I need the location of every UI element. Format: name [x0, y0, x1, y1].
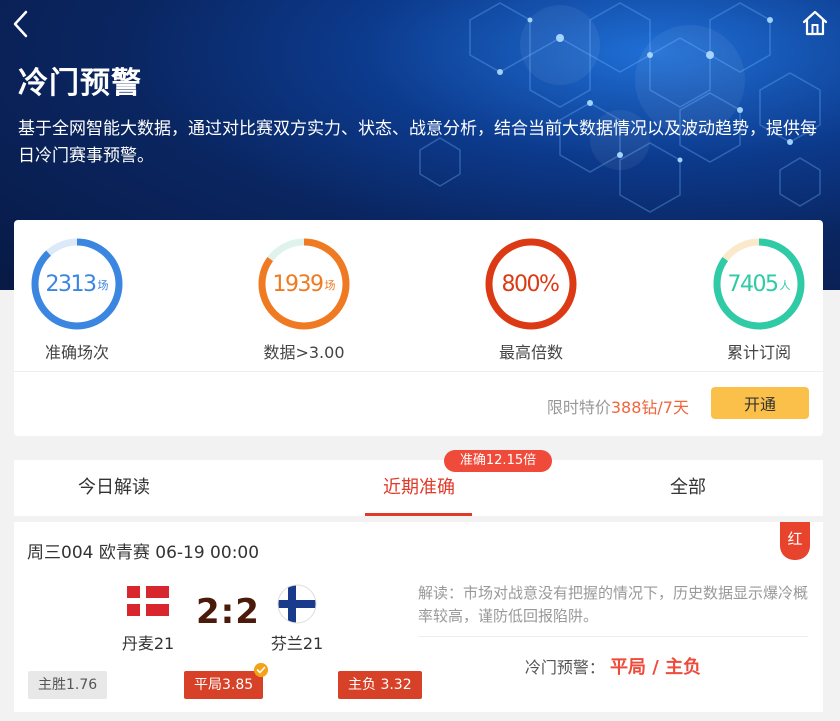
check-badge-icon	[254, 663, 268, 677]
warning-pick: 平局 / 主负	[610, 657, 702, 678]
cold-warning: 冷门预警： 平局 / 主负	[418, 653, 808, 679]
promo-price: 388钻/7天	[610, 398, 689, 417]
denmark-flag-icon	[127, 586, 169, 616]
stat-unit: 场	[97, 279, 109, 292]
stat-unit: 人	[779, 279, 791, 292]
card-divider	[14, 371, 823, 372]
progress-ring: 800%	[481, 234, 581, 334]
active-tab-indicator	[365, 513, 472, 516]
warning-label: 冷门预警：	[524, 658, 605, 677]
back-chevron-icon[interactable]	[8, 8, 36, 40]
stat-unit: 场	[324, 279, 336, 292]
promo-prefix: 限时特价	[546, 398, 611, 417]
match-header: 周三004 欧青赛 06-19 00:00	[27, 543, 260, 563]
odds-away-win[interactable]: 主负 3.32	[338, 671, 422, 699]
page-title: 冷门预警	[18, 66, 142, 101]
stat-value: 2313	[45, 271, 98, 297]
away-team-name: 芬兰21	[270, 634, 324, 653]
accuracy-badge: 准确12.15倍	[444, 450, 552, 472]
subscribe-button[interactable]: 开通	[711, 387, 809, 419]
finland-flag-icon	[277, 584, 317, 624]
stat-accurate-count: 2313 场 准确场次	[2, 234, 152, 363]
tab-bar: 今日解读 近期准确 全部	[14, 460, 823, 516]
progress-ring: 2313 场	[27, 234, 127, 334]
page-description: 基于全网智能大数据，通过对比赛双方实力、状态、战意分析，结合当前大数据情况以及波…	[18, 119, 817, 166]
result-tag: 红	[780, 522, 810, 560]
stat-label: 最高倍数	[498, 343, 563, 362]
home-team-name: 丹麦21	[121, 634, 175, 653]
match-score: 2:2	[196, 592, 260, 632]
home-icon[interactable]	[800, 8, 830, 38]
stat-label: 数据>3.00	[263, 343, 345, 362]
stats-card: 2313 场 准确场次 1939 场 数据>3.00 800% 最高倍数 740…	[14, 220, 823, 436]
stat-value: 7405	[727, 271, 780, 297]
promo-price-text: 限时特价388钻/7天	[547, 394, 689, 418]
match-card[interactable]: 周三004 欧青赛 06-19 00:00 红 丹麦21 2:2 芬兰21 解读…	[14, 522, 823, 712]
tab-today[interactable]: 今日解读	[14, 460, 214, 516]
match-analysis: 解读：市场对战意没有把握的情况下，历史数据显示爆冷概率较高，谨防低回报陷阱。	[418, 584, 809, 625]
progress-ring: 1939 场	[254, 234, 354, 334]
odds-draw[interactable]: 平局3.85	[184, 671, 264, 699]
stat-value: 800%	[501, 271, 560, 297]
stat-label: 准确场次	[44, 343, 109, 362]
stat-odds-over-3: 1939 场 数据>3.00	[229, 234, 379, 363]
odds-home-win[interactable]: 主胜1.76	[28, 671, 108, 699]
progress-ring: 7405 人	[709, 234, 809, 334]
analysis-divider	[418, 636, 808, 637]
stat-label: 累计订阅	[726, 343, 791, 362]
tab-all[interactable]: 全部	[588, 460, 788, 516]
stat-subscribers: 7405 人 累计订阅	[684, 234, 834, 363]
stat-max-multiple: 800% 最高倍数	[456, 234, 606, 363]
stat-value: 1939	[272, 271, 325, 297]
